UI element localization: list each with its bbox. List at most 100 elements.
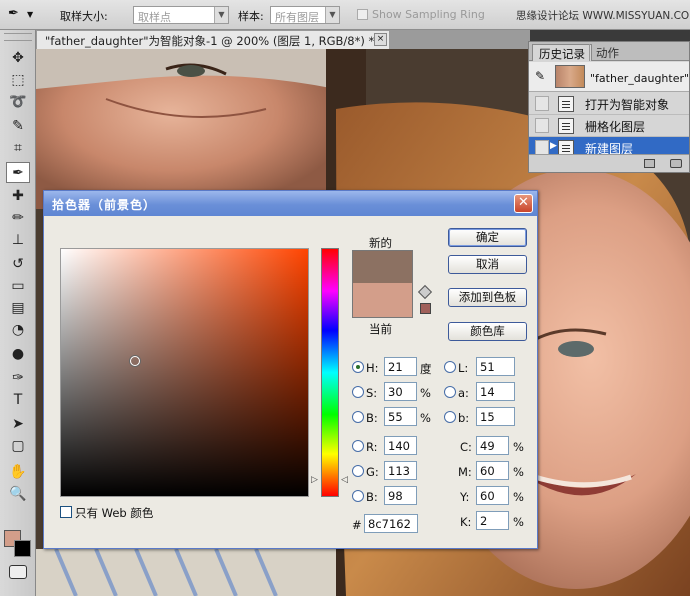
cyan-input[interactable]: 49 <box>476 436 509 455</box>
history-step-icon <box>558 118 574 134</box>
brush-icon[interactable]: ✏ <box>6 208 30 229</box>
eraser-icon[interactable]: ▭ <box>6 276 30 297</box>
blue-label: B: <box>366 490 378 504</box>
lasso-icon[interactable]: ➰ <box>6 92 30 113</box>
history-step-icon <box>558 96 574 112</box>
lab-b-radio[interactable] <box>444 411 456 423</box>
hue-slider-right-arrow[interactable]: ◁ <box>341 475 348 485</box>
add-to-swatches-button[interactable]: 添加到色板 <box>448 288 527 307</box>
nearest-color-swatch[interactable] <box>420 303 431 314</box>
history-step[interactable]: 打开为智能对象 <box>529 93 689 115</box>
history-brush-icon[interactable]: ↺ <box>6 254 30 275</box>
path-select-icon[interactable]: ➤ <box>6 414 30 435</box>
hex-input[interactable]: 8c7162 <box>364 514 418 533</box>
magenta-input[interactable]: 60 <box>476 461 509 480</box>
red-input[interactable]: 140 <box>384 436 417 455</box>
snapshot-name: "father_daughter"为智 <box>590 72 689 85</box>
brightness-radio[interactable] <box>352 411 364 423</box>
hand-icon[interactable]: ✋ <box>6 462 30 483</box>
blue-input[interactable]: 98 <box>384 486 417 505</box>
green-label: G: <box>366 465 379 479</box>
shape-icon[interactable]: ▢ <box>6 436 30 457</box>
black-unit: % <box>513 515 524 529</box>
ok-button[interactable]: 确定 <box>448 228 527 247</box>
web-colors-only-checkbox[interactable] <box>60 506 72 518</box>
move-icon[interactable]: ✥ <box>6 48 30 69</box>
new-snapshot-icon[interactable] <box>644 159 655 168</box>
tab-bar-empty <box>390 30 530 49</box>
history-brush-source-icon[interactable]: ✎ <box>535 69 545 83</box>
lab-a-radio[interactable] <box>444 386 456 398</box>
saturation-radio[interactable] <box>352 386 364 398</box>
document-tab[interactable]: "father_daughter"为智能对象-1 @ 200% (图层 1, R… <box>36 30 390 49</box>
history-step-label: 栅格化图层 <box>585 120 646 134</box>
color-field-cursor[interactable] <box>130 356 140 366</box>
show-ring-checkbox[interactable] <box>357 9 368 20</box>
out-of-gamut-warning-icon[interactable] <box>417 284 433 300</box>
yellow-input[interactable]: 60 <box>476 486 509 505</box>
hue-input[interactable]: 21 <box>384 357 417 376</box>
zoom-icon[interactable]: 🔍 <box>6 484 30 505</box>
history-step-checkbox[interactable] <box>535 96 549 111</box>
quick-mask-icon[interactable] <box>9 565 27 579</box>
brightness-input[interactable]: 55 <box>384 407 417 426</box>
saturation-label: S: <box>366 386 378 400</box>
history-step[interactable]: 栅格化图层 <box>529 115 689 137</box>
cyan-unit: % <box>513 440 524 454</box>
stamp-icon[interactable]: ⊥ <box>6 230 30 251</box>
quick-select-icon[interactable]: ✎ <box>6 116 30 137</box>
hue-radio[interactable] <box>352 361 364 373</box>
camera-icon[interactable] <box>670 159 682 168</box>
color-picker-dialog: 拾色器（前景色） ✕ ▷ ◁ 新的 当前 确定 取消 添加到色板 颜色库 H: … <box>43 190 538 549</box>
lab-a-input[interactable]: 14 <box>476 382 515 401</box>
lab-l-radio[interactable] <box>444 361 456 373</box>
history-snapshot[interactable]: ✎ "father_daughter"为智 <box>529 62 689 92</box>
pen-icon[interactable]: ✑ <box>6 368 30 389</box>
chevron-down-icon: ▼ <box>214 7 228 23</box>
dodge-icon[interactable]: ● <box>6 344 30 365</box>
saturation-input[interactable]: 30 <box>384 382 417 401</box>
cancel-button[interactable]: 取消 <box>448 255 527 274</box>
black-input[interactable]: 2 <box>476 511 509 530</box>
current-state-marker-icon: ▶ <box>550 141 557 151</box>
history-step-checkbox[interactable] <box>535 118 549 133</box>
hue-unit: 度 <box>420 362 432 376</box>
toolbox-grip <box>4 33 32 41</box>
tool-preset-chevron-icon[interactable]: ▼ <box>27 10 33 19</box>
green-input[interactable]: 113 <box>384 461 417 480</box>
eyedropper-icon[interactable]: ✒ <box>6 162 30 183</box>
healing-icon[interactable]: ✚ <box>6 186 30 207</box>
lab-l-input[interactable]: 51 <box>476 357 515 376</box>
new-color-label: 新的 <box>369 236 392 250</box>
magenta-label: M: <box>458 465 472 479</box>
lab-b-input[interactable]: 15 <box>476 407 515 426</box>
tab-actions[interactable]: 动作 <box>589 44 625 61</box>
history-step-checkbox[interactable] <box>535 140 549 155</box>
color-libraries-button[interactable]: 颜色库 <box>448 322 527 341</box>
sample-select[interactable]: 所有图层 ▼ <box>270 6 340 24</box>
type-icon[interactable]: T <box>6 390 30 411</box>
tab-history[interactable]: 历史记录 <box>532 44 592 61</box>
hue-slider-left-arrow[interactable]: ▷ <box>311 475 318 485</box>
close-dialog-button[interactable]: ✕ <box>514 194 533 213</box>
current-color-swatch[interactable] <box>353 283 412 317</box>
green-radio[interactable] <box>352 465 364 477</box>
blur-icon[interactable]: ◔ <box>6 320 30 341</box>
lab-l-label: L: <box>458 361 469 375</box>
gradient-icon[interactable]: ▤ <box>6 298 30 319</box>
background-color-swatch[interactable] <box>14 540 31 557</box>
hue-slider[interactable] <box>321 248 339 497</box>
crop-icon[interactable]: ⌗ <box>6 138 30 159</box>
blue-radio[interactable] <box>352 490 364 502</box>
saturation-brightness-field[interactable] <box>60 248 309 497</box>
options-bar: ✒ ▼ 取样大小: 取样点 ▼ 样本: 所有图层 ▼ Show Sampling… <box>0 0 690 30</box>
current-color-label: 当前 <box>369 322 392 336</box>
eyedropper-tool-icon[interactable]: ✒ <box>8 6 19 21</box>
close-document-icon[interactable]: × <box>374 33 387 46</box>
marquee-icon[interactable]: ⬚ <box>6 70 30 91</box>
red-radio[interactable] <box>352 440 364 452</box>
sample-size-select[interactable]: 取样点 ▼ <box>133 6 229 24</box>
magenta-unit: % <box>513 465 524 479</box>
history-panel-tabs: 历史记录 动作 <box>529 42 689 61</box>
brightness-label: B: <box>366 411 378 425</box>
